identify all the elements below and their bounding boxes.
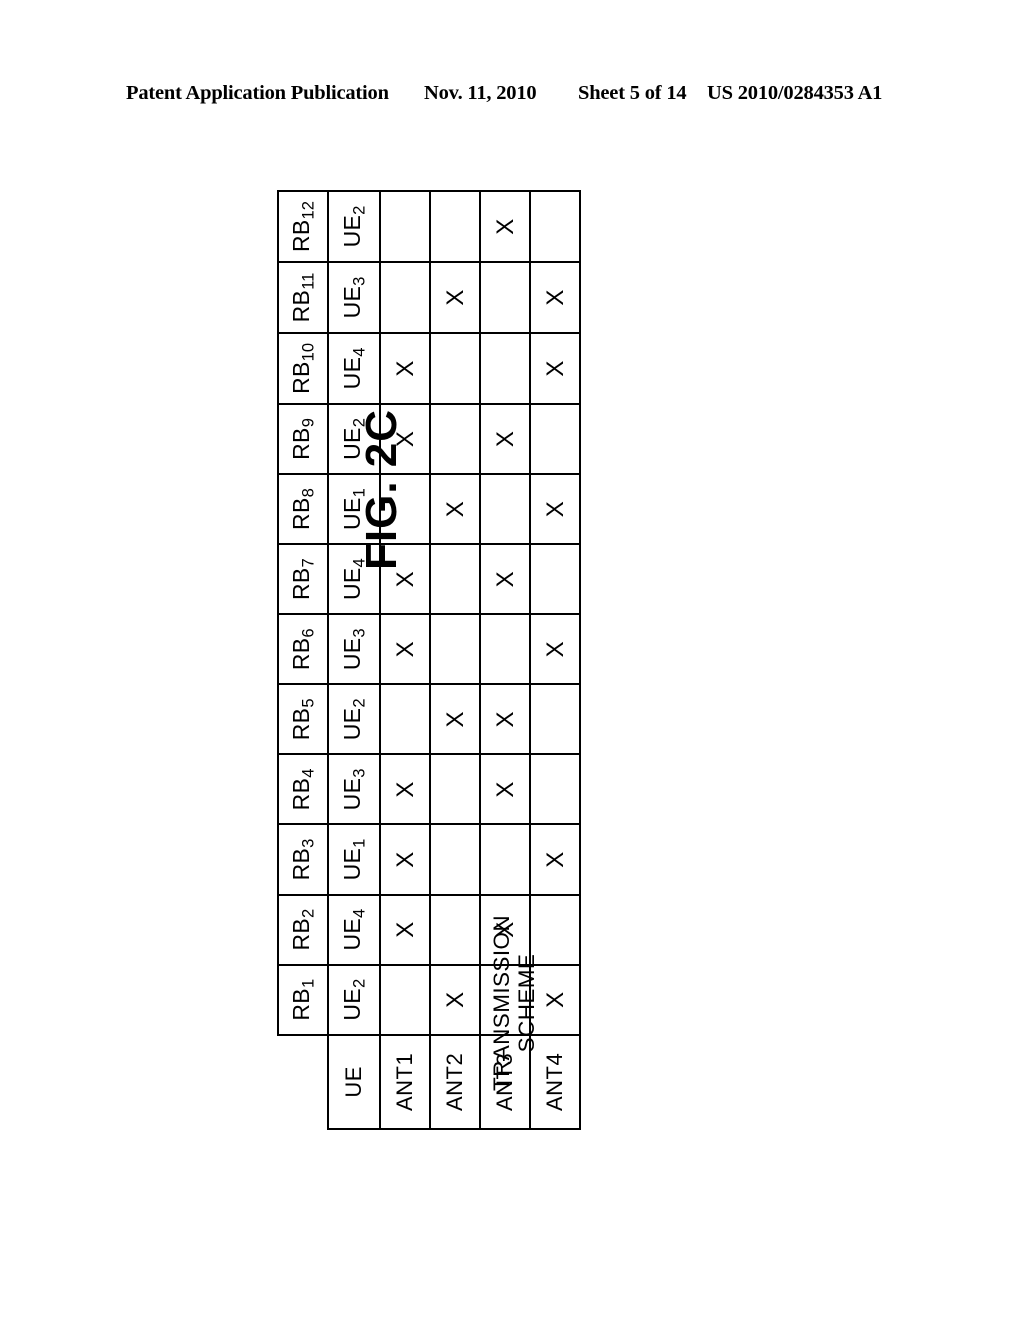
allocation-mark: X <box>541 851 569 868</box>
allocation-cell: X <box>480 544 530 615</box>
rb-column-header: RB3 <box>278 824 328 895</box>
allocation-cell: X <box>530 262 580 333</box>
allocation-cell <box>480 474 530 545</box>
allocation-cell: X <box>530 474 580 545</box>
table-row: ANT2 X X X X <box>430 191 480 1129</box>
allocation-cell: X <box>380 332 430 404</box>
allocation-cell <box>530 403 580 475</box>
allocation-cell <box>480 262 530 333</box>
allocation-cell <box>530 191 580 263</box>
allocation-mark: X <box>441 991 469 1008</box>
table-row-rb-headers: RB1 RB2 RB3 RB4 RB5 RB6 RB7 RB8 RB9 RB10 RB11 RB12 <box>278 191 328 1129</box>
allocation-cell <box>530 544 580 615</box>
allocation-cell <box>480 614 530 685</box>
allocation-cell: X <box>530 332 580 404</box>
figure-caption: FIG. 2C <box>357 408 406 570</box>
table-row: ANT1 X X X X X X X <box>380 191 430 1129</box>
transmission-scheme-line1: TRANSMISSION <box>489 914 514 1092</box>
allocation-cell: X <box>480 403 530 475</box>
allocation-cell <box>430 191 480 263</box>
transmission-scheme-group-label: TRANSMISSION SCHEME <box>489 868 539 1138</box>
allocation-cell: X <box>430 964 480 1035</box>
rb-column-header: RB5 <box>278 684 328 755</box>
allocation-cell <box>380 191 430 263</box>
ue-cell: UE3 <box>328 262 380 333</box>
ant-row-label: ANT2 <box>430 1034 480 1129</box>
allocation-mark: X <box>391 781 419 798</box>
ue-cell: UE3 <box>328 754 380 825</box>
allocation-mark: X <box>391 641 419 658</box>
allocation-cell <box>380 964 430 1035</box>
rb-column-header: RB6 <box>278 614 328 685</box>
allocation-cell: X <box>480 684 530 755</box>
allocation-cell: X <box>430 684 480 755</box>
rb-column-header: RB8 <box>278 474 328 545</box>
allocation-cell <box>530 684 580 755</box>
ue-row-label: UE <box>328 1034 380 1129</box>
table-corner-cell <box>278 1034 328 1129</box>
allocation-mark: X <box>391 921 419 938</box>
allocation-cell <box>430 544 480 615</box>
allocation-mark: X <box>441 289 469 306</box>
allocation-mark: X <box>541 360 569 377</box>
rb-column-header: RB4 <box>278 754 328 825</box>
figure-area: RB1 RB2 RB3 RB4 RB5 RB6 RB7 RB8 RB9 RB10 RB11 RB12 U… <box>0 0 1024 1320</box>
rb-column-header: RB11 <box>278 262 328 333</box>
rb-column-header: RB2 <box>278 894 328 965</box>
allocation-mark: X <box>491 711 519 728</box>
allocation-cell: X <box>380 754 430 825</box>
ue-cell: UE4 <box>328 332 380 404</box>
allocation-mark: X <box>491 571 519 588</box>
ue-cell: UE2 <box>328 684 380 755</box>
allocation-mark: X <box>491 430 519 448</box>
ue-cell: UE2 <box>328 964 380 1035</box>
allocation-mark: X <box>441 500 469 518</box>
table-row-ue: UE UE2 UE4 UE1 UE3 UE2 UE3 UE4 UE1 UE2 UE4 UE3 UE2 <box>328 191 380 1129</box>
allocation-cell: X <box>380 614 430 685</box>
rb-column-header: RB1 <box>278 964 328 1035</box>
allocation-cell <box>430 403 480 475</box>
rb-column-header: RB7 <box>278 544 328 615</box>
allocation-cell: X <box>480 191 530 263</box>
allocation-cell: X <box>480 754 530 825</box>
allocation-cell <box>430 614 480 685</box>
allocation-mark: X <box>391 360 419 377</box>
allocation-cell: X <box>380 824 430 895</box>
allocation-mark: X <box>491 781 519 798</box>
rb-column-header: RB10 <box>278 332 328 404</box>
allocation-mark: X <box>391 851 419 868</box>
allocation-mark: X <box>541 500 569 518</box>
transmission-scheme-line2: SCHEME <box>514 953 540 1053</box>
allocation-cell: X <box>430 262 480 333</box>
allocation-cell: X <box>530 614 580 685</box>
allocation-mark: X <box>441 711 469 728</box>
allocation-cell <box>430 824 480 895</box>
figure-upright-content: RB1 RB2 RB3 RB4 RB5 RB6 RB7 RB8 RB9 RB10 RB11 RB12 U… <box>277 190 747 1130</box>
allocation-cell <box>530 754 580 825</box>
allocation-mark: X <box>541 289 569 306</box>
allocation-cell: X <box>430 474 480 545</box>
ue-cell: UE4 <box>328 894 380 965</box>
ant-row-label: ANT1 <box>380 1034 430 1129</box>
allocation-mark: X <box>391 571 419 588</box>
rb-column-header: RB12 <box>278 191 328 263</box>
allocation-cell <box>380 684 430 755</box>
allocation-cell <box>480 332 530 404</box>
rb-column-header: RB9 <box>278 403 328 475</box>
allocation-mark: X <box>541 991 569 1008</box>
allocation-cell <box>430 332 480 404</box>
ue-cell: UE1 <box>328 824 380 895</box>
allocation-mark: X <box>541 641 569 658</box>
allocation-cell <box>430 754 480 825</box>
allocation-cell <box>380 262 430 333</box>
allocation-cell: X <box>380 894 430 965</box>
ue-cell: UE2 <box>328 191 380 263</box>
allocation-cell <box>430 894 480 965</box>
allocation-mark: X <box>491 218 519 235</box>
ue-cell: UE3 <box>328 614 380 685</box>
